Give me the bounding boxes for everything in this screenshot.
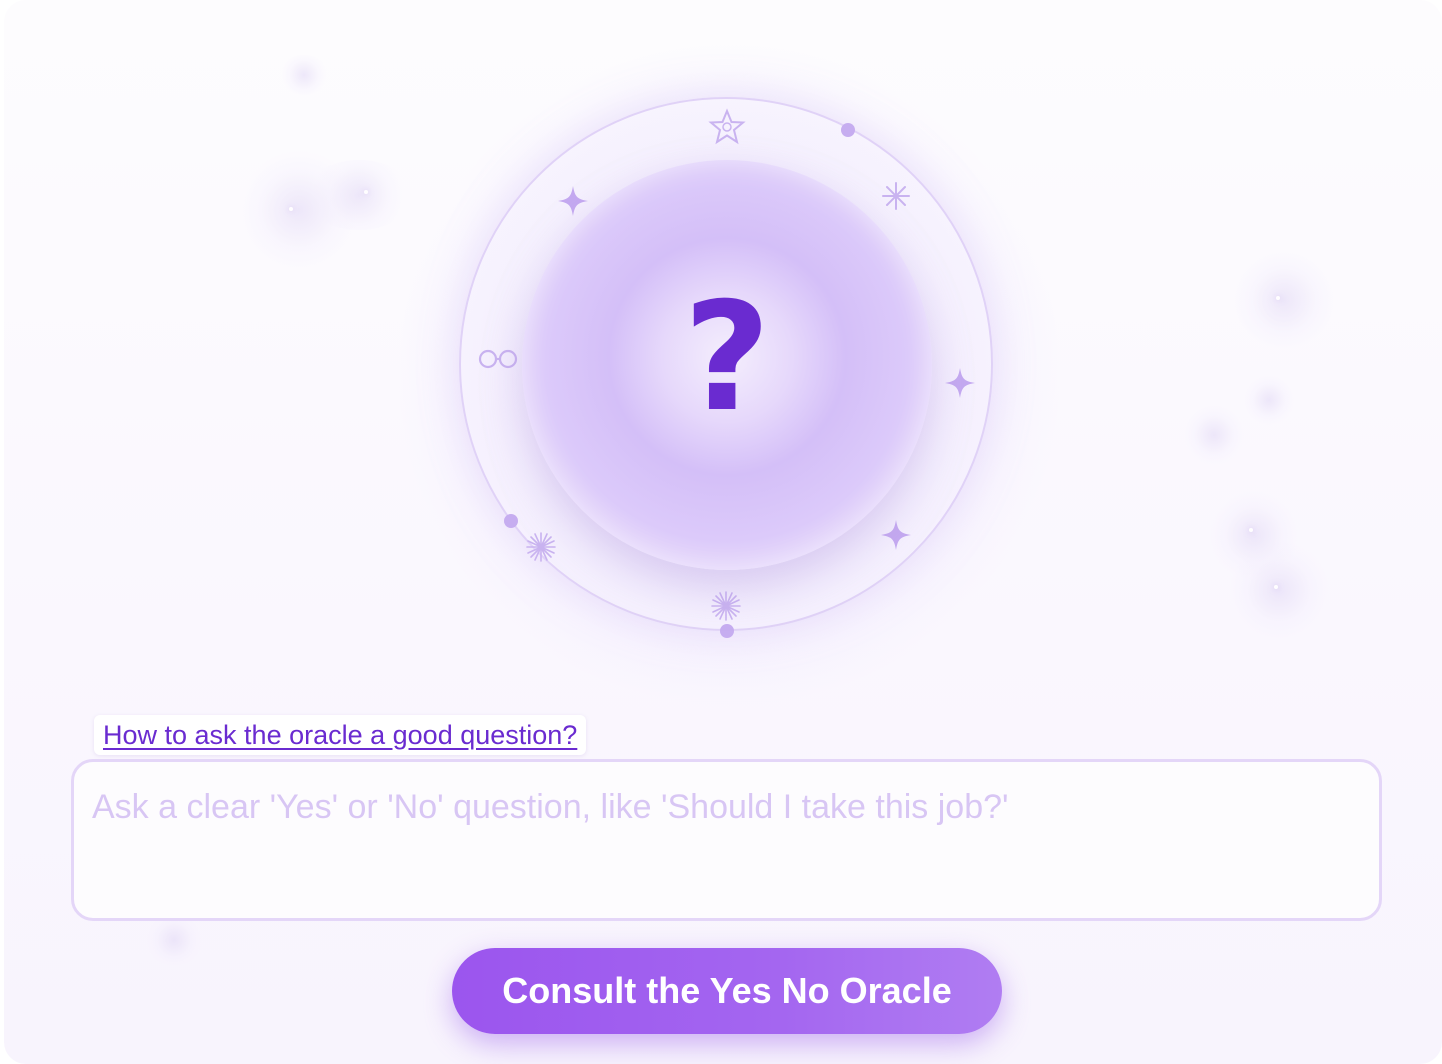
ambient-sparkle [289, 207, 293, 211]
dot-icon [718, 622, 736, 640]
help-link[interactable]: How to ask the oracle a good question? [103, 720, 577, 751]
dot-icon [502, 512, 520, 530]
oracle-card: ? How to ask the oracle a good question?… [4, 0, 1442, 1064]
ambient-glow [1234, 250, 1334, 350]
ambient-glow [279, 55, 329, 95]
ambient-sparkle [1276, 296, 1280, 300]
dot-icon [839, 121, 857, 139]
consult-oracle-button[interactable]: Consult the Yes No Oracle [452, 948, 1002, 1034]
help-link-container: How to ask the oracle a good question? [94, 715, 587, 755]
sunburst-icon [709, 589, 743, 623]
infinity-icon [476, 346, 520, 372]
ambient-sparkle [1274, 585, 1278, 589]
ambient-glow [1184, 405, 1244, 465]
ambient-glow [1244, 375, 1294, 425]
ambient-sparkle [1249, 528, 1253, 532]
star-outline-icon [708, 108, 746, 146]
ambient-glow [1229, 540, 1329, 640]
ambient-glow [144, 915, 204, 965]
ambient-glow [304, 160, 414, 230]
sparkle-icon [943, 366, 977, 400]
question-input[interactable] [71, 759, 1382, 921]
question-mark-icon: ? [683, 271, 771, 445]
ambient-sparkle [364, 190, 368, 194]
